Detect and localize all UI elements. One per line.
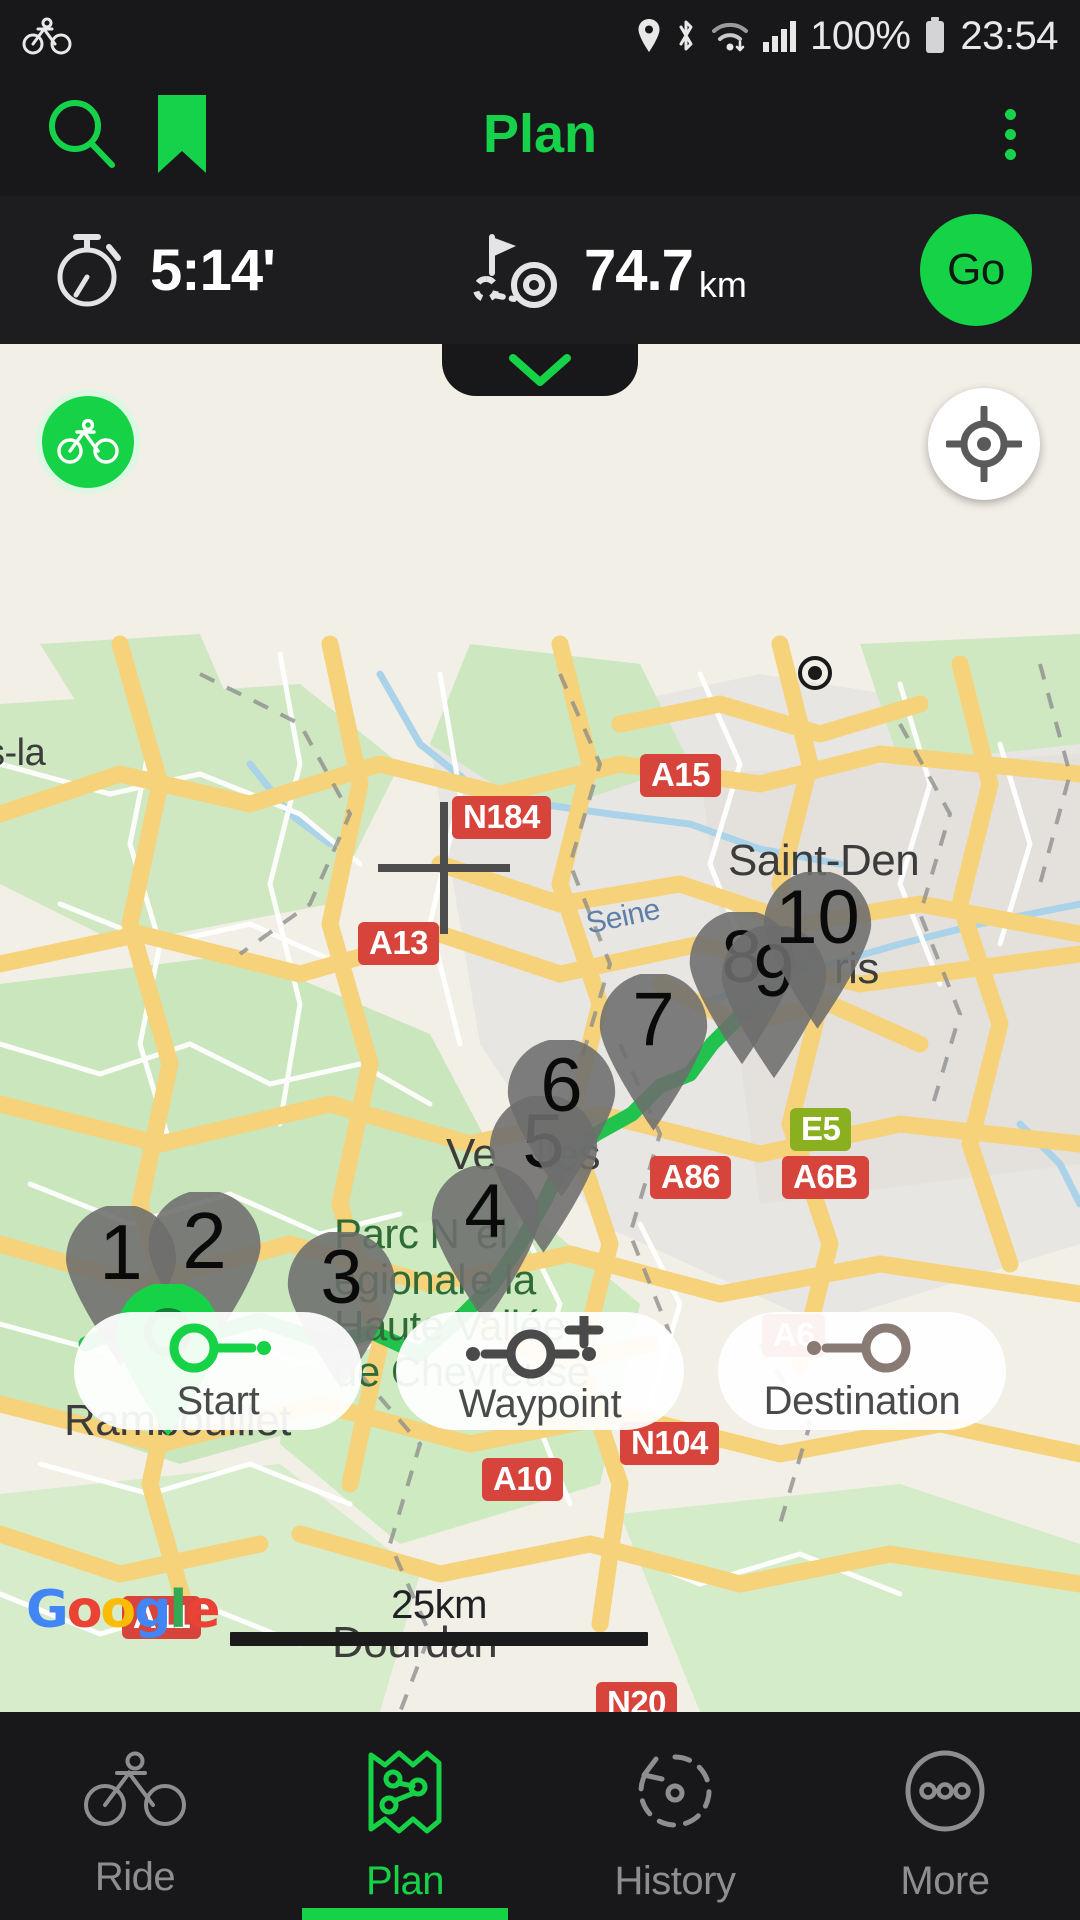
start-point-icon bbox=[169, 1323, 271, 1372]
distance-value: 74.7 bbox=[584, 237, 694, 303]
clock-time: 23:54 bbox=[960, 13, 1058, 58]
map-canvas bbox=[0, 344, 1080, 1712]
chevron-down-icon[interactable] bbox=[503, 346, 577, 394]
route-flag-icon bbox=[473, 234, 557, 308]
road-shield-a86: A86 bbox=[650, 1156, 732, 1199]
waypoint-pin-number: 2 bbox=[182, 1195, 227, 1285]
route-stats-bar: 5:14' 74.7 km Go bbox=[0, 196, 1080, 344]
app-root: 100% 23:54 Plan 5:14' 74.7 km Go -la N18… bbox=[0, 0, 1080, 1920]
destination-chip[interactable]: Destination bbox=[718, 1312, 1006, 1430]
start-chip[interactable]: Start bbox=[74, 1312, 362, 1430]
battery-full-icon bbox=[926, 17, 945, 53]
collapse-panel-handle[interactable] bbox=[442, 344, 638, 396]
waypoint-pin-number: 3 bbox=[320, 1235, 363, 1321]
nav-item-plan[interactable]: Plan bbox=[270, 1712, 540, 1920]
nav-label-plan: Plan bbox=[365, 1858, 445, 1903]
locate-me-button[interactable] bbox=[928, 388, 1040, 500]
road-shield-a10: A10 bbox=[482, 1458, 564, 1501]
destination-chip-label: Destination bbox=[763, 1378, 961, 1423]
waypoint-chip[interactable]: Waypoint bbox=[396, 1312, 684, 1430]
nav-label-history: History bbox=[614, 1858, 736, 1903]
location-pin-icon bbox=[638, 19, 660, 52]
more-horizontal-circle-icon bbox=[905, 1750, 985, 1831]
nav-active-indicator bbox=[302, 1908, 508, 1920]
nav-item-ride[interactable]: Ride bbox=[0, 1712, 270, 1920]
status-bar-left bbox=[22, 16, 72, 56]
map-scale-label: 25km bbox=[391, 1583, 487, 1627]
duration-stat: 5:14' bbox=[54, 231, 276, 309]
bicycle-icon bbox=[57, 418, 119, 464]
battery-percent: 100% bbox=[810, 13, 911, 58]
add-waypoint-icon bbox=[466, 1315, 604, 1378]
status-bar-right: 100% 23:54 bbox=[636, 14, 1058, 59]
app-bar-right bbox=[989, 95, 1080, 174]
map-view[interactable]: s-laN184A15A13Saint-DenSeinerisE5A86A6BV… bbox=[0, 344, 1080, 1712]
cellular-signal-icon bbox=[763, 21, 797, 52]
crosshair-target-icon bbox=[946, 406, 1022, 482]
nav-item-history[interactable]: History bbox=[540, 1712, 810, 1920]
start-chip-label: Start bbox=[176, 1378, 260, 1423]
google-attribution: Google bbox=[26, 1580, 221, 1640]
road-shield-a15: A15 bbox=[640, 754, 722, 797]
route-map-icon bbox=[368, 1750, 442, 1833]
road-shield-n184: N184 bbox=[452, 796, 551, 839]
map-scale-bar bbox=[230, 1632, 648, 1646]
road-shield-a6b: A6B bbox=[782, 1156, 869, 1199]
bike-mode-button[interactable] bbox=[36, 390, 140, 494]
destination-point-icon bbox=[807, 1323, 911, 1372]
bicycle-icon bbox=[84, 1751, 186, 1826]
bottom-navigation: Ride Plan History More bbox=[0, 1712, 1080, 1920]
waypoint-chip-label: Waypoint bbox=[458, 1381, 622, 1426]
distance-stat: 74.7 km bbox=[470, 227, 747, 313]
waypoint-pin-number: 10 bbox=[775, 875, 860, 961]
history-clock-icon bbox=[638, 1754, 712, 1827]
waypoint-pin-10[interactable]: 10 bbox=[756, 870, 879, 1031]
go-button[interactable]: Go bbox=[920, 214, 1032, 326]
map-action-chips: Start Waypoint Destination bbox=[0, 1312, 1080, 1430]
bicycle-icon bbox=[22, 17, 72, 55]
more-vertical-icon[interactable] bbox=[989, 95, 1032, 174]
stopwatch-icon bbox=[57, 234, 121, 307]
road-shield-a13: A13 bbox=[358, 922, 440, 965]
current-position-dot bbox=[798, 656, 832, 695]
nav-label-more: More bbox=[900, 1858, 990, 1903]
bookmark-icon[interactable] bbox=[154, 93, 210, 175]
search-icon[interactable] bbox=[42, 95, 120, 173]
go-button-label: Go bbox=[947, 245, 1005, 294]
road-shield-n20: N20 bbox=[596, 1682, 678, 1712]
map-place-label: s-la bbox=[0, 732, 46, 774]
road-shield-e5: E5 bbox=[790, 1108, 852, 1151]
wifi-icon bbox=[712, 22, 749, 52]
bluetooth-icon bbox=[679, 20, 693, 51]
map-scale: 25km bbox=[230, 1583, 648, 1646]
distance-readout: 74.7 km bbox=[584, 237, 747, 305]
app-bar: Plan bbox=[0, 72, 1080, 196]
app-bar-left bbox=[0, 93, 210, 175]
status-bar: 100% 23:54 bbox=[0, 0, 1080, 72]
duration-value: 5:14' bbox=[150, 237, 276, 303]
nav-item-more[interactable]: More bbox=[810, 1712, 1080, 1920]
nav-label-ride: Ride bbox=[94, 1854, 176, 1899]
distance-unit: km bbox=[698, 263, 747, 305]
